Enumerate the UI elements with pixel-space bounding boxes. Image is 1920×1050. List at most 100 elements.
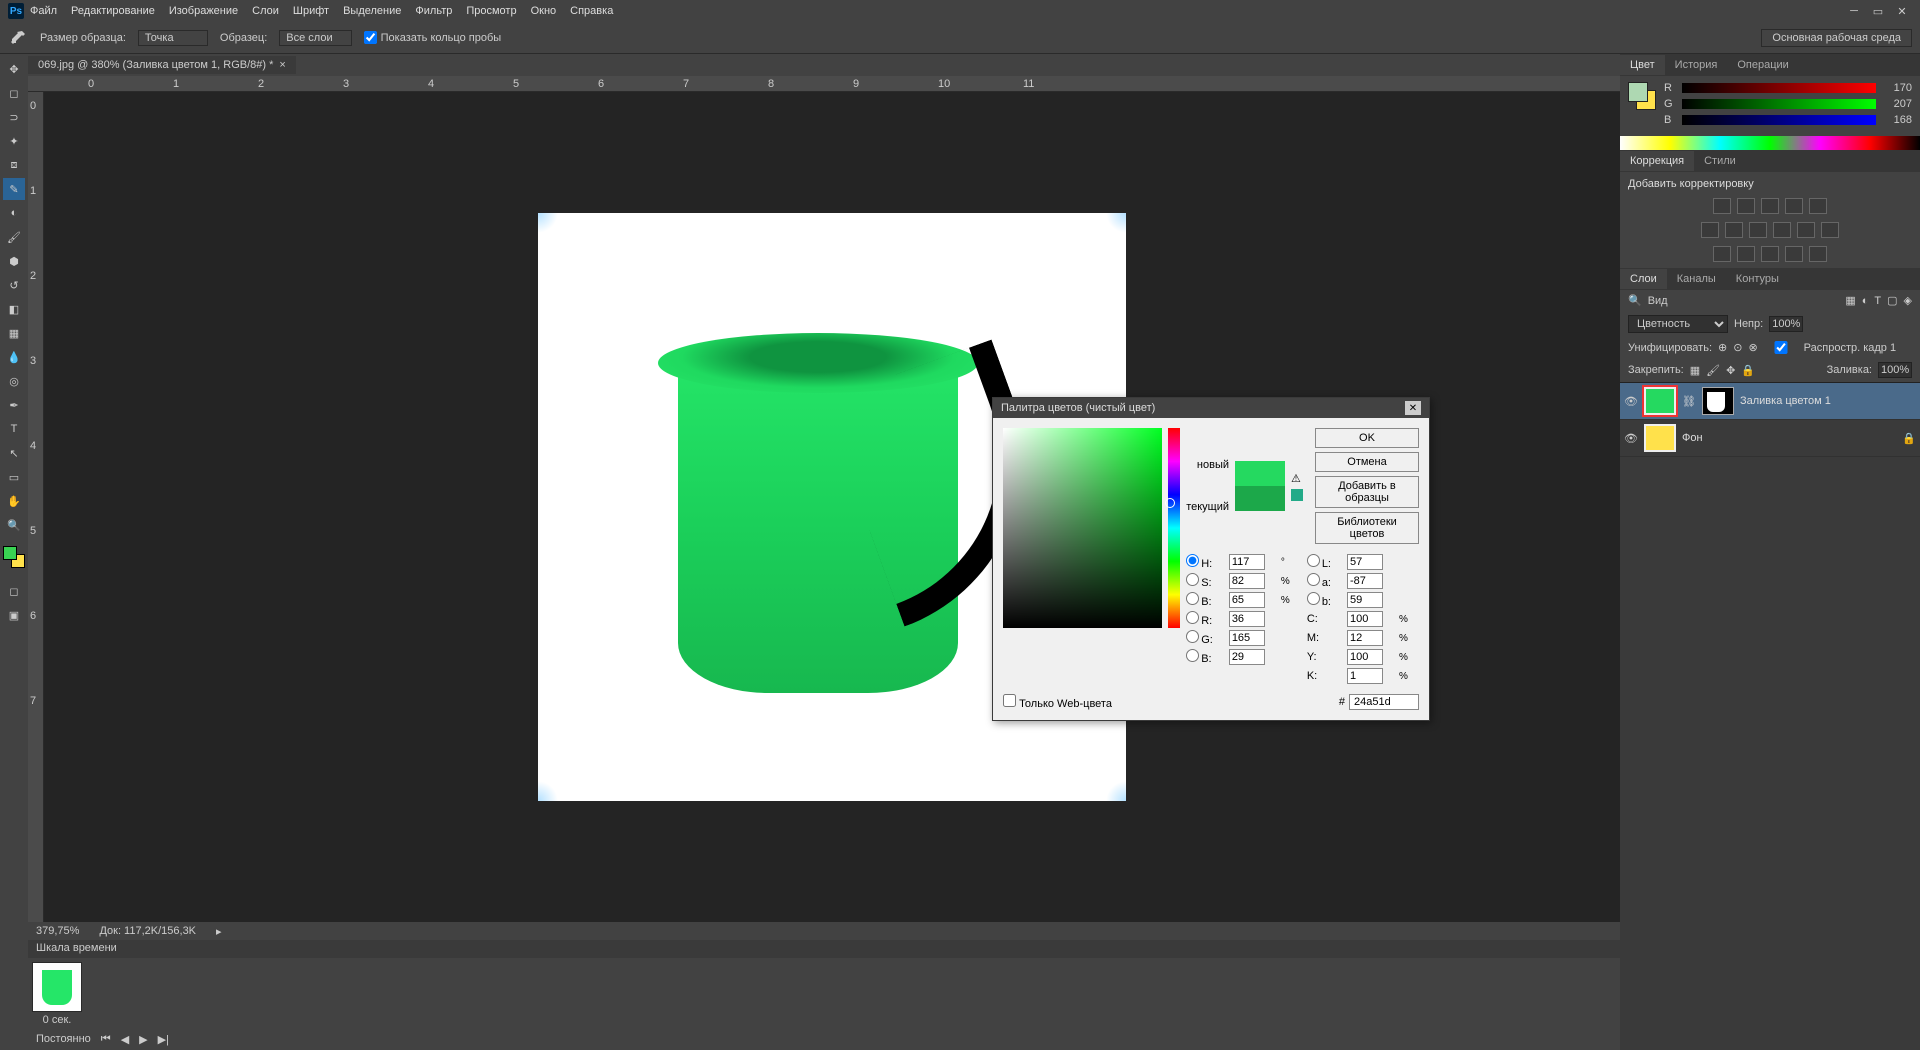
menu-help[interactable]: Справка xyxy=(570,5,613,17)
history-brush-tool[interactable]: ↺ xyxy=(3,274,25,296)
r-radio[interactable] xyxy=(1186,611,1199,624)
fg-color-chip[interactable] xyxy=(3,546,17,560)
quickmask-tool[interactable]: ◻ xyxy=(3,580,25,602)
h-radio[interactable] xyxy=(1186,554,1199,567)
sample-select[interactable]: Все слои xyxy=(279,30,351,46)
visibility-icon[interactable]: 👁 xyxy=(1624,394,1638,408)
web-only-checkbox[interactable] xyxy=(1003,694,1016,707)
lock-trans-icon[interactable]: ▦ xyxy=(1690,364,1700,377)
unify-vis-icon[interactable]: ⊙ xyxy=(1733,341,1742,354)
tab-history[interactable]: История xyxy=(1665,55,1728,75)
lookup-icon[interactable] xyxy=(1821,222,1839,238)
heal-tool[interactable]: ◐ xyxy=(3,202,25,224)
sample-size-select[interactable]: Точка xyxy=(138,30,208,46)
g-slider[interactable] xyxy=(1682,99,1876,109)
visibility-icon[interactable]: 👁 xyxy=(1624,431,1638,445)
lock-pos-icon[interactable]: ✥ xyxy=(1726,364,1735,377)
menu-type[interactable]: Шрифт xyxy=(293,5,329,17)
brightness-icon[interactable] xyxy=(1713,198,1731,214)
tab-paths[interactable]: Контуры xyxy=(1726,269,1789,289)
next-frame-icon[interactable]: ▶| xyxy=(158,1033,169,1046)
marquee-tool[interactable]: ◻ xyxy=(3,82,25,104)
color-field[interactable] xyxy=(1003,428,1162,628)
menu-edit[interactable]: Редактирование xyxy=(71,5,155,17)
tab-actions[interactable]: Операции xyxy=(1727,55,1798,75)
filter-pixel-icon[interactable]: ▦ xyxy=(1845,294,1855,307)
tab-color[interactable]: Цвет xyxy=(1620,55,1665,75)
menu-layers[interactable]: Слои xyxy=(252,5,279,17)
lasso-tool[interactable]: ⊃ xyxy=(3,106,25,128)
layer-thumb[interactable] xyxy=(1644,387,1676,415)
blue-radio[interactable] xyxy=(1186,649,1199,662)
bw-icon[interactable] xyxy=(1749,222,1767,238)
link-icon[interactable]: ⛓ xyxy=(1682,395,1696,408)
menu-window[interactable]: Окно xyxy=(531,5,557,17)
lab-b-radio[interactable] xyxy=(1307,592,1320,605)
websafe-icon[interactable] xyxy=(1291,489,1303,501)
exposure-icon[interactable] xyxy=(1785,198,1803,214)
opacity-input[interactable] xyxy=(1769,316,1803,332)
levels-icon[interactable] xyxy=(1737,198,1755,214)
hex-input[interactable] xyxy=(1349,694,1419,710)
menu-select[interactable]: Выделение xyxy=(343,5,401,17)
curves-icon[interactable] xyxy=(1761,198,1779,214)
unify-pos-icon[interactable]: ⊕ xyxy=(1718,341,1727,354)
menu-filter[interactable]: Фильтр xyxy=(415,5,452,17)
eraser-tool[interactable]: ◧ xyxy=(3,298,25,320)
gradient-map-icon[interactable] xyxy=(1785,246,1803,262)
hue-icon[interactable] xyxy=(1701,222,1719,238)
document-tab[interactable]: 069.jpg @ 380% (Заливка цветом 1, RGB/8#… xyxy=(28,56,296,74)
path-tool[interactable]: ↖ xyxy=(3,442,25,464)
dodge-tool[interactable]: ◎ xyxy=(3,370,25,392)
frame-time[interactable]: 0 сек. xyxy=(32,1014,82,1026)
r-input[interactable] xyxy=(1229,611,1265,627)
photo-filter-icon[interactable] xyxy=(1773,222,1791,238)
r-value[interactable]: 170 xyxy=(1882,82,1912,94)
color-preview[interactable] xyxy=(1628,82,1656,110)
g-radio[interactable] xyxy=(1186,630,1199,643)
timeline-frame[interactable] xyxy=(32,962,82,1012)
s-radio[interactable] xyxy=(1186,573,1199,586)
layer-mask-thumb[interactable] xyxy=(1702,387,1734,415)
hue-strip[interactable] xyxy=(1168,428,1181,628)
color-swatch[interactable] xyxy=(1235,461,1285,511)
cancel-button[interactable]: Отмена xyxy=(1315,452,1419,472)
filter-shape-icon[interactable]: ▢ xyxy=(1887,294,1897,307)
layer-thumb[interactable] xyxy=(1644,424,1676,452)
zoom-level[interactable]: 379,75% xyxy=(36,925,79,937)
k-input[interactable] xyxy=(1347,668,1383,684)
color-libs-button[interactable]: Библиотеки цветов xyxy=(1315,512,1419,544)
c-input[interactable] xyxy=(1347,611,1383,627)
g-value[interactable]: 207 xyxy=(1882,98,1912,110)
lock-all-icon[interactable]: 🔒 xyxy=(1741,364,1755,377)
bri-radio[interactable] xyxy=(1186,592,1199,605)
play-icon[interactable]: ▶ xyxy=(139,1033,147,1046)
lock-paint-icon[interactable]: 🖌 xyxy=(1706,364,1720,377)
filter-adj-icon[interactable]: ◐ xyxy=(1862,295,1869,307)
blur-tool[interactable]: 💧 xyxy=(3,346,25,368)
h-input[interactable] xyxy=(1229,554,1265,570)
mixer-icon[interactable] xyxy=(1797,222,1815,238)
prev-frame-icon[interactable]: ◀ xyxy=(121,1033,129,1046)
timeline-mode[interactable]: Постоянно xyxy=(36,1033,91,1045)
shape-tool[interactable]: ▭ xyxy=(3,466,25,488)
gradient-tool[interactable]: ▦ xyxy=(3,322,25,344)
color-ramp[interactable] xyxy=(1620,136,1920,150)
balance-icon[interactable] xyxy=(1725,222,1743,238)
menu-view[interactable]: Просмотр xyxy=(466,5,516,17)
lab-b-input[interactable] xyxy=(1347,592,1383,608)
posterize-icon[interactable] xyxy=(1737,246,1755,262)
layer-name[interactable]: Заливка цветом 1 xyxy=(1740,395,1831,407)
m-input[interactable] xyxy=(1347,630,1383,646)
filter-type-icon[interactable]: T xyxy=(1874,295,1881,307)
color-chips[interactable] xyxy=(3,546,25,568)
vibrance-icon[interactable] xyxy=(1809,198,1827,214)
g-input[interactable] xyxy=(1229,630,1265,646)
stamp-tool[interactable]: ⬢ xyxy=(3,250,25,272)
y-input[interactable] xyxy=(1347,649,1383,665)
a-radio[interactable] xyxy=(1307,573,1320,586)
eyedropper-tool[interactable]: ✎ xyxy=(3,178,25,200)
fill-input[interactable] xyxy=(1878,362,1912,378)
filter-smart-icon[interactable]: ◈ xyxy=(1904,294,1912,307)
maximize-button[interactable]: ▭ xyxy=(1868,4,1888,18)
